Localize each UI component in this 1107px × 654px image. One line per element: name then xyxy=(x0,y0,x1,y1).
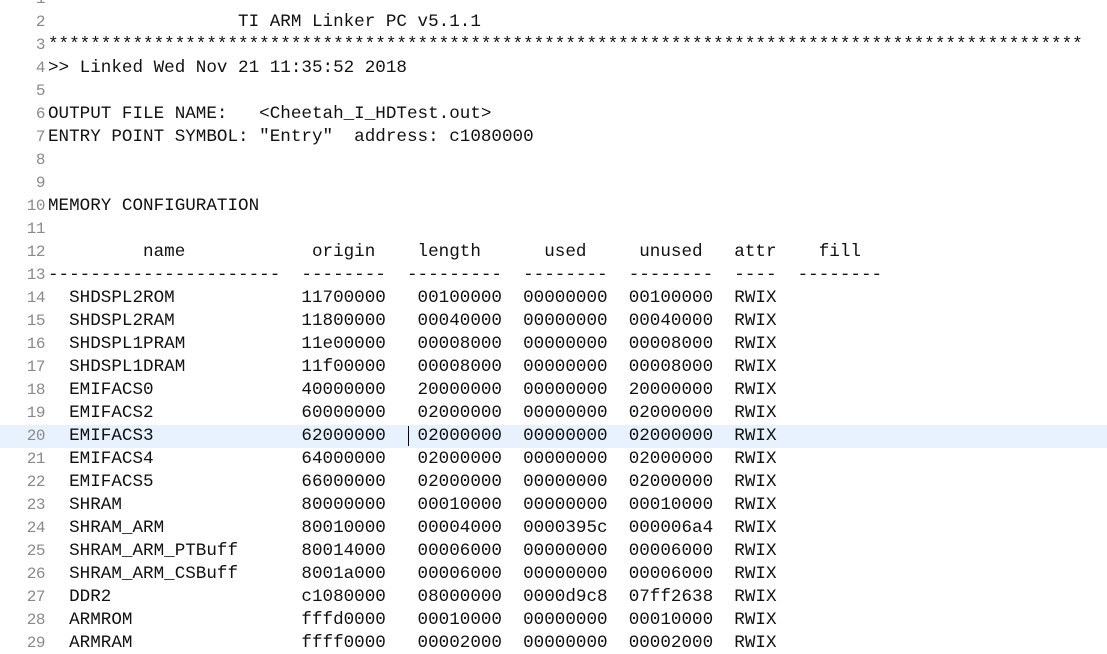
text-caret xyxy=(408,426,409,446)
line-text[interactable]: SHRAM_ARM_PTBuff 80014000 00006000 00000… xyxy=(48,540,776,563)
line-text[interactable]: MEMORY CONFIGURATION xyxy=(48,195,259,218)
line-number: 4 xyxy=(35,59,46,77)
line-text[interactable]: SHDSPL2RAM 11800000 00040000 00000000 00… xyxy=(48,310,776,333)
line-text[interactable]: SHDSPL2ROM 11700000 00100000 00000000 00… xyxy=(48,287,776,310)
line-text[interactable]: ARMROM fffd0000 00010000 00000000 000100… xyxy=(48,609,776,632)
line-number: 8 xyxy=(35,151,46,169)
line-number: 11 xyxy=(26,220,46,238)
line-number: 18 xyxy=(26,381,46,399)
code-line[interactable]: 28 ARMROM fffd0000 00010000 00000000 000… xyxy=(0,609,1107,632)
line-text[interactable]: ARMRAM ffff0000 00002000 00000000 000020… xyxy=(48,632,776,654)
line-number: 16 xyxy=(26,335,46,353)
line-number: 10 xyxy=(26,197,46,215)
line-number: 20 xyxy=(26,427,46,445)
line-text[interactable]: SHRAM_ARM_CSBuff 8001a000 00006000 00000… xyxy=(48,563,776,586)
line-number: 25 xyxy=(26,542,46,560)
line-text[interactable]: EMIFACS3 62000000 02000000 00000000 0200… xyxy=(48,425,776,448)
line-number: 14 xyxy=(26,289,46,307)
line-number: 3 xyxy=(35,36,46,54)
line-number: 26 xyxy=(26,565,46,583)
line-text[interactable]: EMIFACS0 40000000 20000000 00000000 2000… xyxy=(48,379,776,402)
code-line[interactable]: 1***************************************… xyxy=(0,0,1107,11)
code-line[interactable]: 29 ARMRAM ffff0000 00002000 00000000 000… xyxy=(0,632,1107,654)
code-line[interactable]: 20 EMIFACS3 62000000 02000000 00000000 0… xyxy=(0,425,1107,448)
code-line[interactable]: 24 SHRAM_ARM 80010000 00004000 0000395c … xyxy=(0,517,1107,540)
line-text[interactable]: SHRAM 80000000 00010000 00000000 0001000… xyxy=(48,494,776,517)
line-number: 22 xyxy=(26,473,46,491)
line-text[interactable]: SHDSPL1DRAM 11f00000 00008000 00000000 0… xyxy=(48,356,776,379)
line-text[interactable]: EMIFACS4 64000000 02000000 00000000 0200… xyxy=(48,448,776,471)
code-line[interactable]: 26 SHRAM_ARM_CSBuff 8001a000 00006000 00… xyxy=(0,563,1107,586)
line-text[interactable]: DDR2 c1080000 08000000 0000d9c8 07ff2638… xyxy=(48,586,776,609)
line-number: 24 xyxy=(26,519,46,537)
code-line[interactable]: 25 SHRAM_ARM_PTBuff 80014000 00006000 00… xyxy=(0,540,1107,563)
code-line[interactable]: 2 TI ARM Linker PC v5.1.1 xyxy=(0,11,1107,34)
code-line[interactable]: 11 xyxy=(0,218,1107,241)
line-number: 21 xyxy=(26,450,46,468)
line-text[interactable]: EMIFACS2 60000000 02000000 00000000 0200… xyxy=(48,402,776,425)
line-number: 2 xyxy=(35,13,46,31)
code-line[interactable]: 4 >> Linked Wed Nov 21 11:35:52 2018 xyxy=(0,57,1107,80)
code-line[interactable]: 3 ***************************************… xyxy=(0,34,1107,57)
line-number: 13 xyxy=(26,266,46,284)
code-line[interactable]: 9 xyxy=(0,172,1107,195)
line-number: 27 xyxy=(26,588,46,606)
line-number: 29 xyxy=(26,634,46,652)
code-line[interactable]: 7 ENTRY POINT SYMBOL: "Entry" address: c1… xyxy=(0,126,1107,149)
line-text[interactable]: SHDSPL1PRAM 11e00000 00008000 00000000 0… xyxy=(48,333,776,356)
code-line[interactable]: 23 SHRAM 80000000 00010000 00000000 0001… xyxy=(0,494,1107,517)
line-number: 28 xyxy=(26,611,46,629)
code-line[interactable]: 6 OUTPUT FILE NAME: <Cheetah_I_HDTest.out… xyxy=(0,103,1107,126)
line-number: 1 xyxy=(0,0,46,11)
text-editor[interactable]: 1***************************************… xyxy=(0,0,1107,654)
code-line[interactable]: 5 xyxy=(0,80,1107,103)
code-line[interactable]: 12 name origin length used unused attr f… xyxy=(0,241,1107,264)
code-line[interactable]: 19 EMIFACS2 60000000 02000000 00000000 0… xyxy=(0,402,1107,425)
code-line[interactable]: 13 ---------------------- -------- ------… xyxy=(0,264,1107,287)
line-number: 23 xyxy=(26,496,46,514)
line-text[interactable]: TI ARM Linker PC v5.1.1 xyxy=(48,11,481,34)
code-line[interactable]: 17 SHDSPL1DRAM 11f00000 00008000 0000000… xyxy=(0,356,1107,379)
line-text[interactable]: ****************************************… xyxy=(48,34,1083,57)
code-line[interactable]: 27 DDR2 c1080000 08000000 0000d9c8 07ff2… xyxy=(0,586,1107,609)
line-number: 5 xyxy=(35,82,46,100)
line-text[interactable]: OUTPUT FILE NAME: <Cheetah_I_HDTest.out> xyxy=(48,103,491,126)
line-text[interactable]: SHRAM_ARM 80010000 00004000 0000395c 000… xyxy=(48,517,776,540)
code-line[interactable]: 21 EMIFACS4 64000000 02000000 00000000 0… xyxy=(0,448,1107,471)
line-text[interactable]: ---------------------- -------- --------… xyxy=(48,264,882,287)
line-number: 19 xyxy=(26,404,46,422)
line-text[interactable]: ENTRY POINT SYMBOL: "Entry" address: c10… xyxy=(48,126,534,149)
code-line[interactable]: 10 MEMORY CONFIGURATION xyxy=(0,195,1107,218)
line-number: 7 xyxy=(35,128,46,146)
line-number: 9 xyxy=(35,174,46,192)
code-line[interactable]: 14 SHDSPL2ROM 11700000 00100000 00000000… xyxy=(0,287,1107,310)
line-text[interactable]: EMIFACS5 66000000 02000000 00000000 0200… xyxy=(48,471,776,494)
line-number: 15 xyxy=(26,312,46,330)
code-line[interactable]: 22 EMIFACS5 66000000 02000000 00000000 0… xyxy=(0,471,1107,494)
line-number: 17 xyxy=(26,358,46,376)
code-line[interactable]: 18 EMIFACS0 40000000 20000000 00000000 2… xyxy=(0,379,1107,402)
code-line[interactable]: 15 SHDSPL2RAM 11800000 00040000 00000000… xyxy=(0,310,1107,333)
line-number: 6 xyxy=(35,105,46,123)
code-line[interactable]: 16 SHDSPL1PRAM 11e00000 00008000 0000000… xyxy=(0,333,1107,356)
line-text[interactable]: name origin length used unused attr fill xyxy=(48,241,861,264)
line-text[interactable]: >> Linked Wed Nov 21 11:35:52 2018 xyxy=(48,57,407,80)
line-text[interactable]: ****************************************… xyxy=(48,0,1083,11)
line-number: 12 xyxy=(26,243,46,261)
code-line[interactable]: 8 xyxy=(0,149,1107,172)
